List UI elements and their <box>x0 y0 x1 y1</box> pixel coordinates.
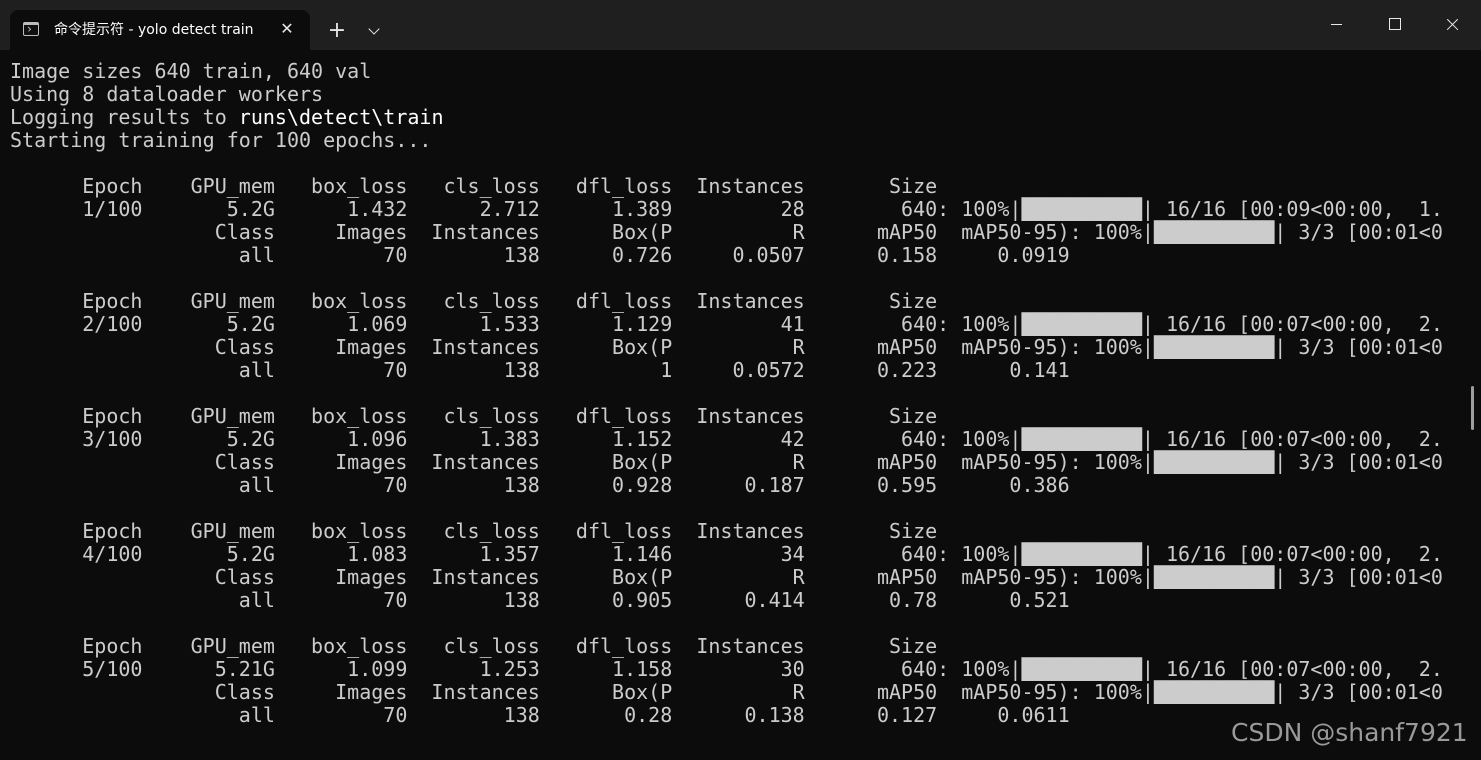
validation-header-line: Class Images Instances Box(P R mAP50 mAP… <box>10 220 1443 244</box>
epoch-row-line: 1/100 5.2G 1.432 2.712 1.389 28 640: 100… <box>10 197 1443 221</box>
scrollbar-thumb[interactable] <box>1471 386 1474 430</box>
validation-header-line: Class Images Instances Box(P R mAP50 mAP… <box>10 335 1443 359</box>
maximize-button[interactable] <box>1365 0 1423 48</box>
console-line: Image sizes 640 train, 640 val <box>10 60 372 83</box>
epoch-header-line: Epoch GPU_mem box_loss cls_loss dfl_loss… <box>10 289 938 313</box>
validation-row-line: all 70 138 1 0.0572 0.223 0.141 <box>10 358 1070 382</box>
epoch-row-line: 5/100 5.21G 1.099 1.253 1.158 30 640: 10… <box>10 657 1443 681</box>
console-text: Logging results to <box>10 105 239 129</box>
title-bar[interactable]: 命令提示符 - yolo detect train ✕ + <box>0 0 1481 50</box>
console-output[interactable]: Image sizes 640 train, 640 val Using 8 d… <box>10 60 1460 760</box>
close-tab-button[interactable]: ✕ <box>276 18 298 40</box>
terminal-icon <box>23 22 39 36</box>
window-close-button[interactable] <box>1423 0 1481 48</box>
watermark: CSDN @shanf7921 <box>1231 718 1468 747</box>
epoch-header-line: Epoch GPU_mem box_loss cls_loss dfl_loss… <box>10 404 938 428</box>
validation-header-line: Class Images Instances Box(P R mAP50 mAP… <box>10 680 1443 704</box>
validation-row-line: all 70 138 0.928 0.187 0.595 0.386 <box>10 473 1070 497</box>
new-tab-button[interactable]: + <box>322 16 352 46</box>
epoch-row-line: 2/100 5.2G 1.069 1.533 1.129 41 640: 100… <box>10 312 1443 336</box>
terminal-window: 命令提示符 - yolo detect train ✕ + Image size… <box>0 0 1481 760</box>
validation-row-line: all 70 138 0.905 0.414 0.78 0.521 <box>10 588 1070 612</box>
epoch-header-line: Epoch GPU_mem box_loss cls_loss dfl_loss… <box>10 174 938 198</box>
terminal-tab[interactable]: 命令提示符 - yolo detect train ✕ <box>10 10 310 50</box>
epoch-header-line: Epoch GPU_mem box_loss cls_loss dfl_loss… <box>10 519 938 543</box>
console-line: Using 8 dataloader workers <box>10 82 324 106</box>
path-text: runs\detect\train <box>238 105 444 129</box>
tab-title: 命令提示符 - yolo detect train <box>54 22 254 38</box>
validation-row-line: all 70 138 0.726 0.0507 0.158 0.0919 <box>10 243 1070 267</box>
console-line: Starting training for 100 epochs... <box>10 128 432 152</box>
epoch-row-line: 3/100 5.2G 1.096 1.383 1.152 42 640: 100… <box>10 427 1443 451</box>
minimize-button[interactable] <box>1307 0 1365 48</box>
epoch-row-line: 4/100 5.2G 1.083 1.357 1.146 34 640: 100… <box>10 542 1443 566</box>
validation-header-line: Class Images Instances Box(P R mAP50 mAP… <box>10 565 1443 589</box>
epoch-header-line: Epoch GPU_mem box_loss cls_loss dfl_loss… <box>10 634 938 658</box>
validation-header-line: Class Images Instances Box(P R mAP50 mAP… <box>10 450 1443 474</box>
console-line: Logging results to runs\detect\train <box>10 106 1460 129</box>
chevron-down-icon[interactable] <box>362 18 386 44</box>
